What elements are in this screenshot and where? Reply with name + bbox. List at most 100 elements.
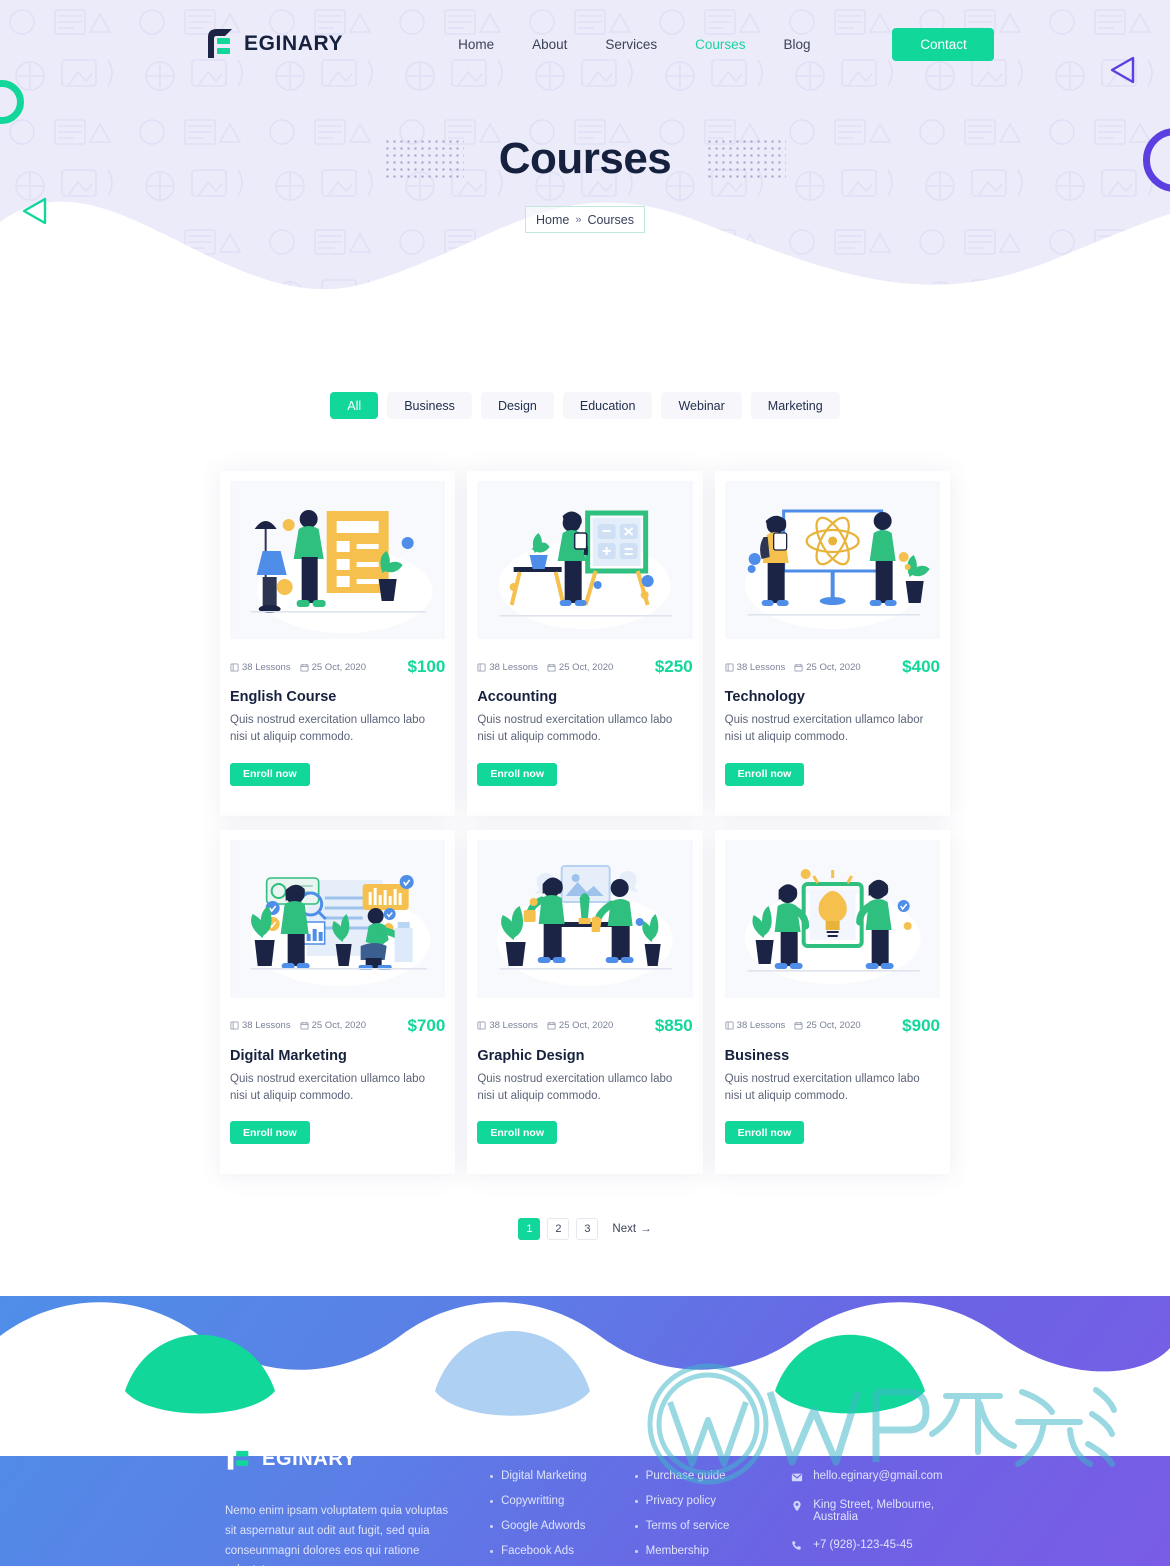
course-description: Quis nostrud exercitation ullamco labo n…	[724, 1072, 920, 1102]
course-card[interactable]: 38 Lessons 25 Oct, 2020 $250 Accounting …	[467, 471, 703, 816]
course-description: Quis nostrud exercitation ullamco labo n…	[477, 714, 673, 744]
course-description: Quis nostrud exercitation ullamco labo n…	[230, 714, 425, 744]
page-button-3[interactable]: 3	[576, 1218, 599, 1240]
page-button-1[interactable]: 1	[518, 1218, 541, 1240]
course-meta: 38 Lessons 25 Oct, 2020 $100	[230, 657, 445, 677]
eginary-logo-icon	[225, 1441, 253, 1477]
list-item[interactable]: Purchase guide	[634, 1470, 752, 1482]
filter-tab-design[interactable]: Design	[480, 392, 554, 419]
course-title: Graphic Design	[477, 1047, 585, 1064]
green-triangle-icon	[22, 197, 47, 225]
contact-phone-item[interactable]: +7 (928)-123-45-45	[791, 1539, 970, 1552]
enroll-button[interactable]: Enroll now	[230, 762, 310, 786]
list-item[interactable]: Google Adwords	[490, 1520, 607, 1532]
enroll-button[interactable]: Enroll now	[477, 1121, 557, 1144]
bullet-icon	[490, 1549, 494, 1553]
site-footer: EGINARY Nemo enim ipsam voluptatem quia …	[0, 1296, 1170, 1566]
course-card[interactable]: 38 Lessons 25 Oct, 2020 $900 Business Qu…	[714, 829, 950, 1174]
business-illustration	[724, 839, 940, 998]
course-price: $100	[407, 657, 446, 676]
course-title: Digital Marketing	[230, 1047, 347, 1064]
contact-email-item[interactable]: hello.eginary@gmail.com	[791, 1470, 970, 1483]
course-card[interactable]: 38 Lessons 25 Oct, 2020 $400 Technology …	[714, 471, 950, 816]
course-card[interactable]: 38 Lessons 25 Oct, 2020 $100 English Cou…	[220, 471, 456, 816]
course-card[interactable]: 38 Lessons 25 Oct, 2020 $700 Digital Mar…	[220, 829, 456, 1174]
breadcrumb-home[interactable]: Home	[536, 213, 569, 227]
enroll-button[interactable]: Enroll now	[230, 1121, 310, 1144]
link-label: Digital Marketing	[501, 1470, 587, 1482]
enroll-button[interactable]: Enroll now	[724, 762, 805, 786]
lessons-count: 38 Lessons	[242, 1020, 291, 1031]
footer-column-title: Information	[634, 1441, 709, 1456]
course-card[interactable]: 38 Lessons 25 Oct, 2020 $850 Graphic Des…	[467, 829, 703, 1174]
bullet-icon	[634, 1524, 638, 1528]
course-title: Business	[724, 1047, 790, 1064]
hero-wave-divider	[0, 201, 1170, 330]
filter-tab-all[interactable]: All	[330, 392, 379, 419]
link-label: Privacy policy	[645, 1495, 716, 1507]
course-description: Quis nostrud exercitation ullamco labor …	[724, 714, 924, 744]
list-item[interactable]: Membership	[634, 1545, 752, 1557]
book-icon	[230, 662, 239, 672]
lessons-count: 38 Lessons	[736, 1020, 786, 1031]
nav-item-services[interactable]: Services	[605, 37, 657, 52]
course-title: Accounting	[477, 689, 558, 705]
bullet-icon	[634, 1474, 638, 1478]
nav-item-home[interactable]: Home	[458, 37, 494, 52]
enroll-button[interactable]: Enroll now	[477, 762, 557, 786]
filter-tab-marketing[interactable]: Marketing	[750, 392, 840, 419]
course-date: 25 Oct, 2020	[806, 661, 861, 673]
contact-address: King Street, Melbourne, Australia	[813, 1499, 935, 1523]
popular-courses-list: Digital Marketing Copywritting Google Ad…	[490, 1470, 607, 1557]
technology-illustration	[724, 481, 940, 639]
footer-column-title: Popular Courses	[490, 1441, 599, 1456]
next-page-button[interactable]: Next →	[612, 1223, 651, 1235]
course-price: $250	[654, 657, 693, 676]
nav-item-courses[interactable]: Courses	[695, 37, 745, 52]
location-pin-icon	[793, 1500, 801, 1512]
contact-button[interactable]: Contact	[892, 27, 995, 61]
lessons-meta: 38 Lessons	[477, 1020, 538, 1031]
contact-email: hello.eginary@gmail.com	[813, 1470, 943, 1482]
book-icon	[230, 1021, 239, 1030]
course-meta: 38 Lessons 25 Oct, 2020 $700	[230, 1016, 445, 1036]
date-meta: 25 Oct, 2020	[547, 1020, 613, 1031]
main-nav: Home About Services Courses Blog Contact	[458, 27, 995, 61]
digital-marketing-illustration	[230, 839, 446, 998]
course-filter-tabs: All Business Design Education Webinar Ma…	[0, 392, 1170, 419]
filter-tab-webinar[interactable]: Webinar	[661, 392, 742, 419]
phone-icon	[792, 1541, 801, 1550]
book-icon	[725, 662, 734, 672]
calendar-icon	[794, 1021, 803, 1030]
bullet-icon	[634, 1549, 638, 1553]
nav-item-about[interactable]: About	[532, 37, 567, 52]
list-item[interactable]: Facebook Ads	[490, 1545, 607, 1557]
filter-tab-education[interactable]: Education	[562, 392, 653, 419]
enroll-button[interactable]: Enroll now	[724, 1121, 805, 1144]
list-item[interactable]: Privacy policy	[634, 1495, 752, 1507]
hero-section: EGINARY Home About Services Courses Blog…	[0, 0, 1170, 330]
course-title: Technology	[724, 689, 805, 705]
list-item[interactable]: Terms of service	[634, 1520, 752, 1532]
bullet-icon	[490, 1524, 494, 1528]
footer-information-column: Information Purchase guide Privacy polic…	[634, 1441, 752, 1566]
nav-item-blog[interactable]: Blog	[783, 37, 810, 52]
contact-address-item[interactable]: King Street, Melbourne, Australia	[791, 1499, 970, 1523]
footer-contact-column: Contact Us hello.eginary@gmail.com King …	[791, 1441, 970, 1566]
course-price: $900	[902, 1015, 940, 1035]
course-description: Quis nostrud exercitation ullamco labo n…	[230, 1072, 425, 1102]
brand-logo[interactable]: EGINARY	[205, 28, 343, 60]
list-item[interactable]: Copywritting	[490, 1495, 607, 1507]
accounting-illustration	[477, 481, 693, 639]
course-meta: 38 Lessons 25 Oct, 2020 $850	[477, 1016, 693, 1036]
breadcrumb: Home » Courses	[525, 206, 645, 233]
course-title: English Course	[230, 689, 337, 705]
lessons-count: 38 Lessons	[242, 661, 291, 673]
breadcrumb-separator-icon: »	[575, 213, 582, 226]
link-label: Facebook Ads	[501, 1545, 574, 1557]
page-button-2[interactable]: 2	[547, 1218, 570, 1240]
filter-tab-business[interactable]: Business	[387, 392, 472, 419]
book-icon	[477, 1021, 486, 1030]
list-item[interactable]: Digital Marketing	[490, 1470, 607, 1482]
footer-brand[interactable]: EGINARY	[225, 1441, 462, 1477]
